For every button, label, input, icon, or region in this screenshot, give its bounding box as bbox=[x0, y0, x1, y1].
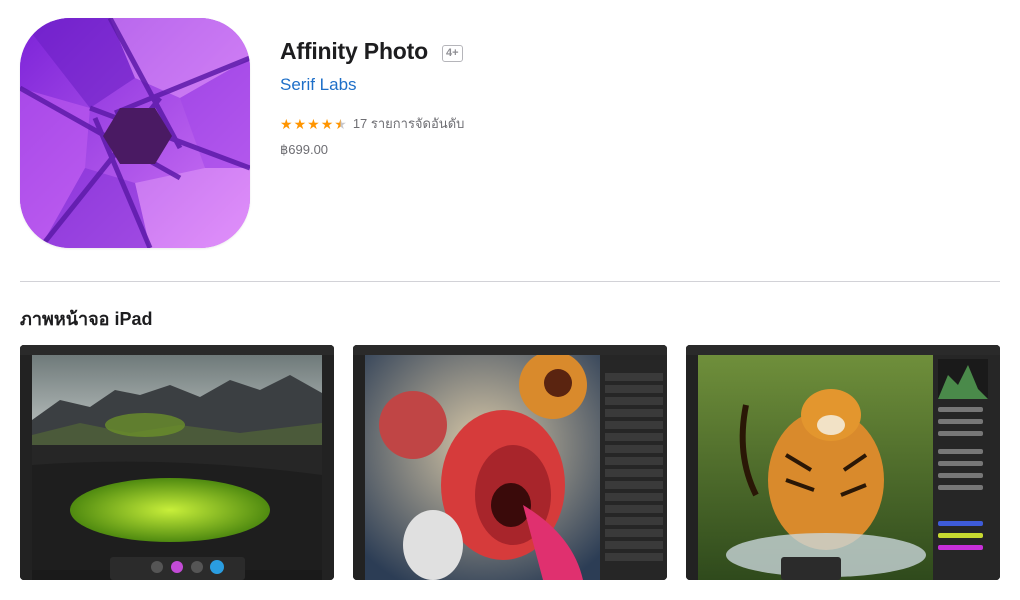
developer-link[interactable]: Serif Labs bbox=[280, 75, 357, 95]
app-info: Affinity Photo 4+ Serif Labs ★ ★ ★ ★ ★ 1… bbox=[280, 38, 980, 158]
star-icon: ★ bbox=[280, 115, 293, 132]
app-icon bbox=[20, 18, 250, 248]
star-icon: ★ bbox=[307, 115, 320, 132]
divider bbox=[20, 281, 1000, 282]
star-icon: ★ bbox=[320, 115, 334, 132]
star-rating: ★ ★ ★ ★ ★ bbox=[280, 117, 347, 131]
screenshot-2[interactable] bbox=[353, 345, 667, 580]
app-title: Affinity Photo bbox=[280, 38, 428, 64]
screenshot-3[interactable] bbox=[686, 345, 1000, 580]
screenshots-row bbox=[20, 345, 1000, 580]
screenshots-section-title: ภาพหน้าจอ iPad bbox=[20, 309, 153, 329]
star-icon: ★ bbox=[293, 115, 307, 132]
price: ฿699.00 bbox=[280, 142, 329, 157]
affinity-photo-aperture-icon bbox=[20, 18, 250, 248]
screenshot-tiger-image bbox=[686, 345, 1000, 580]
rating-row: ★ ★ ★ ★ ★ 17 รายการจัดอันดับ bbox=[280, 113, 980, 134]
screenshot-1[interactable] bbox=[20, 345, 334, 580]
title-row: Affinity Photo 4+ bbox=[280, 38, 980, 65]
age-rating-badge: 4+ bbox=[441, 44, 463, 62]
half-star-icon: ★ bbox=[334, 115, 347, 132]
rating-count: 17 รายการจัดอันดับ bbox=[352, 116, 465, 131]
screenshot-landscape-image bbox=[20, 345, 334, 580]
screenshot-composite-image bbox=[353, 345, 667, 580]
